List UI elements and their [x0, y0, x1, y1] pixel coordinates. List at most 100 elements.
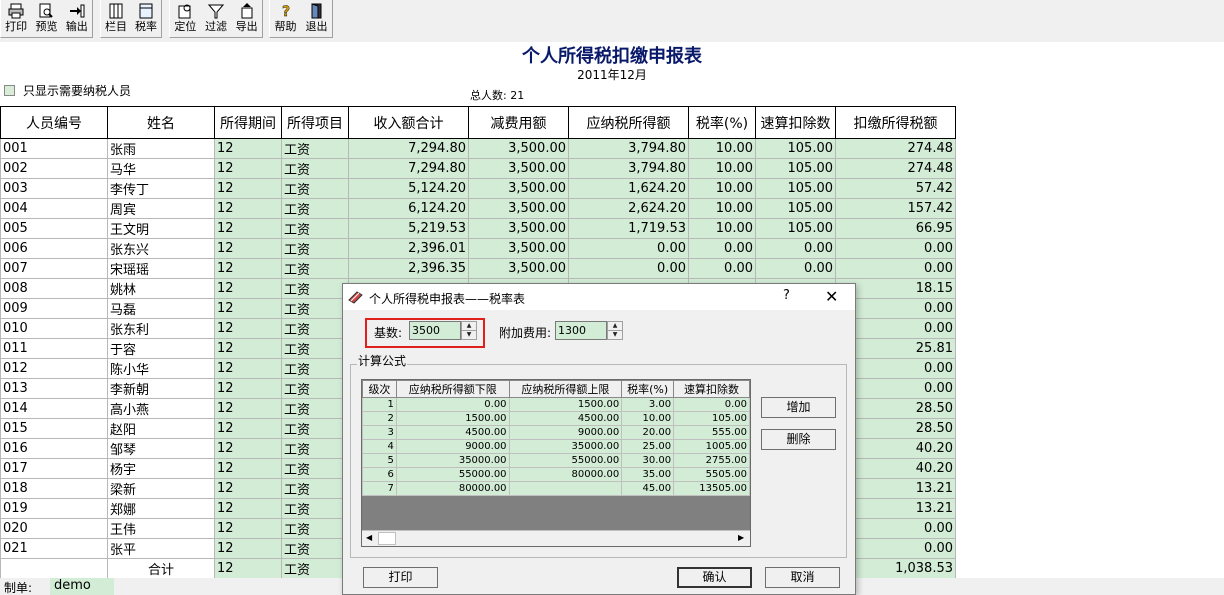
horizontal-scrollbar[interactable]: ◀ ▶ — [362, 530, 750, 546]
grid-header-cell[interactable]: 所得期间 — [214, 106, 282, 139]
table-cell[interactable]: 12 — [214, 178, 282, 199]
rate-row[interactable]: 1 0.00 1500.00 3.00 0.00 — [362, 397, 750, 412]
rate-cell[interactable]: 2 — [362, 411, 397, 426]
table-cell[interactable]: 1,719.53 — [568, 218, 689, 239]
grid-header-cell[interactable]: 税率(%) — [688, 106, 756, 139]
grid-header-cell[interactable]: 姓名 — [107, 106, 215, 139]
export-tool-button[interactable]: 导出 — [231, 0, 262, 38]
table-cell[interactable]: 7,294.80 — [348, 158, 469, 179]
rate-cell[interactable]: 1005.00 — [673, 439, 750, 454]
columns-tool-button[interactable]: 栏目 — [101, 0, 131, 38]
table-cell[interactable]: 工资 — [281, 138, 349, 159]
grid-header-cell[interactable]: 应纳税所得额 — [568, 106, 689, 139]
table-cell[interactable]: 5,219.53 — [348, 218, 469, 239]
grid-header-cell[interactable]: 减费用额 — [468, 106, 569, 139]
table-cell[interactable]: 李新朝 — [107, 378, 215, 399]
help-tool-button[interactable]: ? 帮助 — [270, 0, 301, 38]
table-cell[interactable]: 12 — [214, 438, 282, 459]
table-cell[interactable]: 57.42 — [835, 178, 956, 199]
table-cell[interactable]: 工资 — [281, 438, 349, 459]
table-cell[interactable]: 工资 — [281, 318, 349, 339]
table-cell[interactable]: 10.00 — [688, 178, 756, 199]
table-cell[interactable]: 3,500.00 — [468, 238, 569, 259]
table-cell[interactable]: 梁新 — [107, 478, 215, 499]
rate-cell[interactable]: 80000.00 — [508, 467, 623, 482]
rate-cell[interactable]: 4 — [362, 439, 397, 454]
rate-cell[interactable]: 35000.00 — [508, 439, 623, 454]
table-cell[interactable]: 马华 — [107, 158, 215, 179]
rate-cell[interactable]: 55000.00 — [508, 453, 623, 468]
rate-row[interactable]: 6 55000.00 80000.00 35.00 5505.00 — [362, 467, 750, 482]
table-row[interactable]: 006 张东兴 12 工资 2,396.01 3,500.00 0.00 0.00 0.00 0.… — [0, 238, 956, 259]
locate-tool-button[interactable]: 定位 — [170, 0, 201, 38]
rate-cell[interactable]: 1500.00 — [395, 411, 510, 426]
table-cell[interactable]: 021 — [0, 538, 108, 559]
table-cell[interactable]: 12 — [214, 418, 282, 439]
rate-cell[interactable]: 7 — [362, 481, 397, 496]
rate-row[interactable]: 5 35000.00 55000.00 30.00 2755.00 — [362, 453, 750, 468]
table-cell[interactable]: 工资 — [281, 378, 349, 399]
show-only-taxable-checkbox[interactable]: 只显示需要纳税人员 — [4, 82, 131, 99]
rate-cell[interactable]: 30.00 — [621, 453, 675, 468]
table-cell[interactable]: 0.00 — [568, 258, 689, 279]
scroll-left-icon[interactable]: ◀ — [366, 533, 372, 542]
stepper-down-icon[interactable]: ▼ — [608, 330, 622, 338]
rate-cell[interactable]: 3.00 — [621, 397, 675, 412]
filter-tool-button[interactable]: 过滤 — [201, 0, 232, 38]
rate-cell[interactable]: 1 — [362, 397, 397, 412]
table-cell[interactable]: 高小燕 — [107, 398, 215, 419]
dialog-titlebar[interactable]: 个人所得税申报表——税率表 ? ✕ — [343, 284, 855, 310]
rate-cell[interactable]: 35.00 — [621, 467, 675, 482]
table-cell[interactable]: 工资 — [281, 358, 349, 379]
table-cell[interactable]: 12 — [214, 498, 282, 519]
table-cell[interactable]: 王文明 — [107, 218, 215, 239]
table-cell[interactable]: 2,396.35 — [348, 258, 469, 279]
table-cell[interactable]: 12 — [214, 138, 282, 159]
table-cell[interactable]: 3,500.00 — [468, 178, 569, 199]
checkbox-box[interactable] — [4, 85, 15, 96]
table-cell[interactable]: 2,624.20 — [568, 198, 689, 219]
tax-rate-tool-button[interactable]: 税率 — [131, 0, 161, 38]
table-row[interactable]: 002 马华 12 工资 7,294.80 3,500.00 3,794.80 10.00 10… — [0, 158, 956, 179]
table-cell[interactable]: 0.00 — [568, 238, 689, 259]
table-cell[interactable]: 于容 — [107, 338, 215, 359]
rate-header-cell[interactable]: 应纳税所得额下限 — [395, 380, 510, 398]
table-cell[interactable]: 赵阳 — [107, 418, 215, 439]
rate-header-cell[interactable]: 税率(%) — [621, 380, 675, 398]
rate-cell[interactable]: 2755.00 — [673, 453, 750, 468]
table-cell[interactable]: 张平 — [107, 538, 215, 559]
rate-cell[interactable]: 5 — [362, 453, 397, 468]
table-cell[interactable]: 017 — [0, 458, 108, 479]
table-cell[interactable]: 12 — [214, 258, 282, 279]
table-cell[interactable]: 3,794.80 — [568, 158, 689, 179]
table-cell[interactable]: 陈小华 — [107, 358, 215, 379]
table-cell[interactable]: 张东兴 — [107, 238, 215, 259]
rate-cell[interactable]: 5505.00 — [673, 467, 750, 482]
table-cell[interactable]: 105.00 — [755, 138, 836, 159]
table-cell[interactable]: 工资 — [281, 458, 349, 479]
table-cell[interactable]: 工资 — [281, 278, 349, 299]
rate-cell[interactable]: 555.00 — [673, 425, 750, 440]
rate-cell[interactable]: 25.00 — [621, 439, 675, 454]
base-input[interactable]: 3500 — [409, 321, 461, 340]
table-cell[interactable]: 0.00 — [835, 238, 956, 259]
table-cell[interactable]: 006 — [0, 238, 108, 259]
table-cell[interactable]: 工资 — [281, 178, 349, 199]
table-cell[interactable]: 工资 — [281, 398, 349, 419]
table-cell[interactable]: 0.00 — [755, 258, 836, 279]
table-cell[interactable]: 3,500.00 — [468, 138, 569, 159]
rate-cell[interactable]: 0.00 — [395, 397, 510, 412]
rate-cell[interactable]: 4500.00 — [508, 411, 623, 426]
table-cell[interactable]: 005 — [0, 218, 108, 239]
table-cell[interactable]: 12 — [214, 238, 282, 259]
table-cell[interactable]: 014 — [0, 398, 108, 419]
stepper-up-icon[interactable]: ▲ — [608, 322, 622, 330]
rate-cell[interactable]: 13505.00 — [673, 481, 750, 496]
cancel-button[interactable]: 取消 — [765, 567, 840, 588]
rate-cell[interactable]: 55000.00 — [395, 467, 510, 482]
extra-cost-input[interactable]: 1300 — [555, 321, 607, 340]
table-cell[interactable]: 李传丁 — [107, 178, 215, 199]
grid-header-cell[interactable]: 扣缴所得税额 — [835, 106, 956, 139]
table-cell[interactable]: 003 — [0, 178, 108, 199]
add-button[interactable]: 增加 — [761, 397, 836, 418]
